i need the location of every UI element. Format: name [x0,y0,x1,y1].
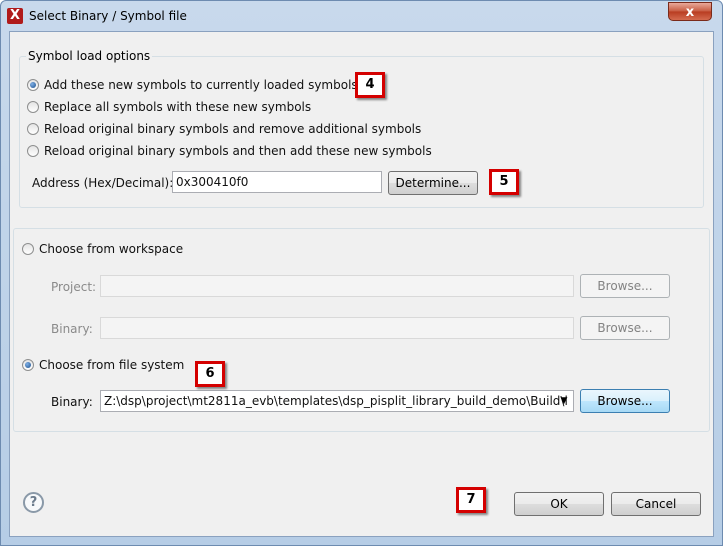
radio-button[interactable] [27,79,39,91]
address-label: Address (Hex/Decimal): [32,176,174,190]
app-icon: X [7,8,23,24]
radio-add-symbols-label: Add these new symbols to currently loade… [44,78,358,92]
filesystem-binary-label: Binary: [51,395,93,409]
project-input[interactable] [100,275,574,297]
radio-replace-symbols-label: Replace all symbols with these new symbo… [44,100,312,114]
radio-replace-symbols[interactable]: Replace all symbols with these new symbo… [27,100,311,114]
dialog-client-area: Symbol load options Add these new symbol… [9,31,714,537]
choose-filesystem-label: Choose from file system [39,358,185,372]
radio-reload-add-label: Reload original binary symbols and then … [44,144,432,158]
project-browse-button[interactable]: Browse... [580,274,670,298]
filesystem-binary-value: Z:\dsp\project\mt2811a_evb\templates\dsp… [104,394,568,408]
close-icon[interactable]: x [668,2,712,21]
radio-button[interactable] [27,123,39,135]
radio-choose-filesystem[interactable]: Choose from file system [22,358,184,372]
callout-marker-6: 6 [195,361,225,387]
chevron-down-icon[interactable]: ▼ [557,393,571,409]
cancel-button[interactable]: Cancel [611,492,701,516]
help-icon[interactable]: ? [23,492,44,513]
dialog-window: X Select Binary / Symbol file x Symbol l… [0,0,723,546]
address-input[interactable]: 0x300410f0 [172,171,382,193]
callout-marker-5: 5 [489,169,519,195]
radio-choose-workspace[interactable]: Choose from workspace [22,242,183,256]
filesystem-browse-button[interactable]: Browse... [580,389,670,413]
callout-marker-7: 7 [456,487,486,513]
filesystem-binary-combo[interactable]: Z:\dsp\project\mt2811a_evb\templates\dsp… [100,390,574,412]
project-label: Project: [51,280,97,294]
radio-reload-add[interactable]: Reload original binary symbols and then … [27,144,432,158]
radio-button[interactable] [22,359,34,371]
radio-reload-remove[interactable]: Reload original binary symbols and remov… [27,122,421,136]
window-title: Select Binary / Symbol file [29,9,187,23]
workspace-binary-browse-button[interactable]: Browse... [580,316,670,340]
radio-button[interactable] [27,145,39,157]
workspace-binary-input[interactable] [100,317,574,339]
choose-workspace-label: Choose from workspace [39,242,184,256]
radio-button[interactable] [22,243,34,255]
workspace-binary-label: Binary: [51,322,93,336]
title-bar[interactable]: X Select Binary / Symbol file x [1,1,722,31]
determine-button[interactable]: Determine... [388,171,478,195]
callout-marker-4: 4 [355,72,385,98]
radio-reload-remove-label: Reload original binary symbols and remov… [44,122,422,136]
ok-button[interactable]: OK [514,492,604,516]
radio-add-symbols[interactable]: Add these new symbols to currently loade… [27,78,358,92]
radio-button[interactable] [27,101,39,113]
symbol-load-options-legend: Symbol load options [26,49,153,63]
